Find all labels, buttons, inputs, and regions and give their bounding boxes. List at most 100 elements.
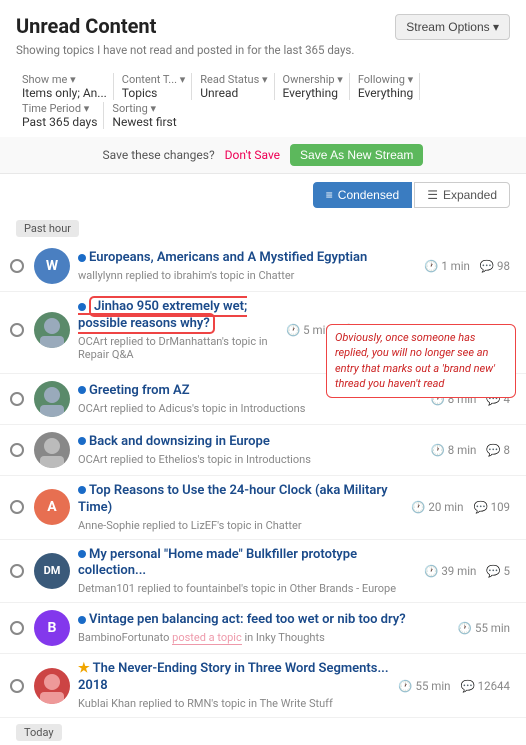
filter-read-status[interactable]: Read Status ▾ Unread (194, 73, 274, 100)
topic-title[interactable]: ★The Never-Ending Story in Three Word Se… (78, 661, 390, 695)
unread-dot[interactable] (10, 621, 24, 635)
topic-meta: Detman101 replied to fountainbel's topic… (78, 582, 416, 595)
filter-read-status-label: Read Status ▾ (200, 73, 267, 86)
save-as-stream-button[interactable]: Save As New Stream (290, 144, 423, 166)
table-row: W Europeans, Americans and A Mystified E… (0, 241, 526, 292)
topic-meta: Anne-Sophie replied to LizEF's topic in … (78, 519, 403, 532)
page-subtitle: Showing topics I have not read and poste… (16, 43, 510, 57)
filter-content-type-value: Topics (122, 86, 185, 100)
time-stat: 🕐 8 min (431, 443, 477, 457)
filter-time-period[interactable]: Time Period ▾ Past 365 days (16, 102, 104, 129)
unread-dot[interactable] (10, 679, 24, 693)
topic-content: Top Reasons to Use the 24-hour Clock (ak… (78, 483, 403, 532)
view-toggle: ≡ Condensed ☰ Expanded (0, 174, 526, 214)
filter-ownership-label: Ownership ▾ (283, 73, 343, 86)
topic-title[interactable]: Back and downsizing in Europe (78, 434, 423, 451)
section-past-hour: Past hour W Europeans, Americans and A M… (0, 214, 526, 718)
topic-content: Jinhao 950 extremely wet; possible reaso… (78, 299, 278, 361)
unread-dot[interactable] (10, 259, 24, 273)
filter-show-me-value: Items only; An... (22, 86, 107, 100)
time-stat: 🕐 55 min (398, 679, 450, 693)
topic-stats: 🕐 8 min 💬 8 (431, 443, 510, 457)
reply-stat: 💬 5 (486, 564, 510, 578)
time-stat: 🕐 20 min (411, 500, 463, 514)
topic-stats: 🕐 55 min 💬 12644 (398, 679, 510, 693)
avatar (34, 432, 70, 468)
avatar (34, 381, 70, 417)
topic-list: W Europeans, Americans and A Mystified E… (0, 241, 526, 718)
dont-save-link[interactable]: Don't Save (225, 148, 280, 162)
reply-stat: 💬 109 (473, 500, 510, 514)
filter-read-status-value: Unread (200, 86, 267, 100)
topic-content: My personal "Home made" Bulkfiller proto… (78, 547, 416, 596)
condensed-icon: ≡ (326, 188, 333, 202)
filter-time-period-value: Past 365 days (22, 115, 97, 129)
topic-meta: Kublai Khan replied to RMN's topic in Th… (78, 697, 390, 710)
filter-content-type-label: Content T... ▾ (122, 73, 185, 86)
filter-sorting-value: Newest first (112, 115, 176, 129)
unread-dot[interactable] (10, 323, 24, 337)
filters-bar: Show me ▾ Items only; An... Content T...… (0, 67, 526, 137)
expanded-view-button[interactable]: ☰ Expanded (414, 182, 510, 208)
avatar: DM (34, 553, 70, 589)
topic-title[interactable]: Europeans, Americans and A Mystified Egy… (78, 250, 416, 267)
new-indicator (78, 616, 86, 624)
topic-meta: wallylynn replied to ibrahim's topic in … (78, 269, 416, 282)
page-title: Unread Content (16, 14, 156, 38)
table-row: Jinhao 950 extremely wet; possible reaso… (0, 292, 526, 374)
page-header: Unread Content Stream Options ▾ Showing … (0, 0, 526, 67)
topic-meta: OCАrt replied to Adicus's topic in Intro… (78, 402, 423, 415)
star-icon: ★ (78, 661, 90, 676)
table-row: A Top Reasons to Use the 24-hour Clock (… (0, 476, 526, 540)
topic-meta: BambinoFortunato posted a topic in Inky … (78, 631, 450, 644)
topic-stats: 🕐 1 min 💬 98 (424, 259, 510, 273)
today-label: Today (16, 724, 62, 741)
save-bar: Save these changes? Don't Save Save As N… (0, 137, 526, 174)
save-question: Save these changes? (103, 148, 215, 162)
expanded-label: Expanded (443, 188, 497, 202)
time-stat: 🕐 1 min (424, 259, 470, 273)
new-indicator (78, 486, 86, 494)
section-label-past-hour: Past hour (16, 220, 79, 237)
annotation-bubble: Obviously, once someone has replied, you… (326, 324, 516, 398)
time-stat: 🕐 5 min (286, 323, 332, 337)
unread-dot[interactable] (10, 443, 24, 457)
reply-stat: 💬 12644 (461, 679, 511, 693)
condensed-label: Condensed (338, 188, 399, 202)
unread-dot[interactable] (10, 564, 24, 578)
new-indicator (78, 254, 86, 262)
avatar: B (34, 610, 70, 646)
topic-stats: 🕐 55 min (458, 621, 510, 635)
filter-show-me[interactable]: Show me ▾ Items only; An... (16, 73, 114, 100)
topic-title[interactable]: My personal "Home made" Bulkfiller proto… (78, 547, 416, 581)
topic-meta: OCАrt replied to DrManhattan's topic in … (78, 335, 278, 361)
topic-title[interactable]: Vintage pen balancing act: feed too wet … (78, 612, 450, 629)
unread-dot[interactable] (10, 392, 24, 406)
filter-following-label: Following ▾ (358, 73, 413, 86)
condensed-view-button[interactable]: ≡ Condensed (313, 182, 412, 208)
table-row: ★The Never-Ending Story in Three Word Se… (0, 654, 526, 718)
table-row: B Vintage pen balancing act: feed too we… (0, 603, 526, 654)
topic-stats: 🕐 39 min 💬 5 (424, 564, 510, 578)
avatar (34, 312, 70, 348)
topic-content: Back and downsizing in Europe OCАrt repl… (78, 434, 423, 466)
topic-title[interactable]: Jinhao 950 extremely wet; possible reaso… (78, 299, 278, 333)
expanded-icon: ☰ (427, 188, 438, 202)
new-indicator (78, 550, 86, 558)
time-stat: 🕐 39 min (424, 564, 476, 578)
unread-dot[interactable] (10, 500, 24, 514)
posted-topic-link[interactable]: posted a topic (172, 631, 242, 645)
topic-meta: OCАrt replied to Ethelios's topic in Int… (78, 453, 423, 466)
filter-ownership-value: Everything (283, 86, 343, 100)
stream-options-button[interactable]: Stream Options ▾ (395, 14, 510, 40)
avatar: A (34, 489, 70, 525)
topic-title[interactable]: Top Reasons to Use the 24-hour Clock (ak… (78, 483, 403, 517)
filter-content-type[interactable]: Content T... ▾ Topics (116, 73, 192, 100)
filter-following[interactable]: Following ▾ Everything (352, 73, 420, 100)
table-row: Back and downsizing in Europe OCАrt repl… (0, 425, 526, 476)
filter-ownership[interactable]: Ownership ▾ Everything (277, 73, 350, 100)
reply-stat: 💬 98 (480, 259, 510, 273)
reply-stat: 💬 8 (486, 443, 510, 457)
filter-sorting[interactable]: Sorting ▾ Newest first (106, 102, 182, 129)
topic-content: Europeans, Americans and A Mystified Egy… (78, 250, 416, 282)
